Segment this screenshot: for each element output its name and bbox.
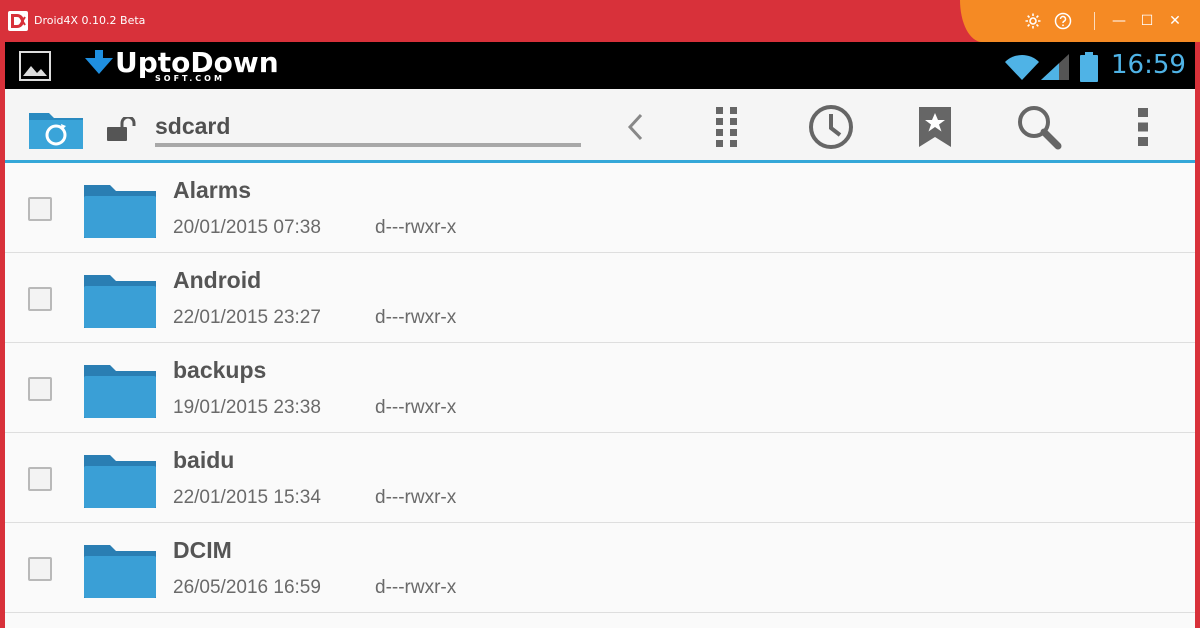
folder-icon [83,541,157,603]
gallery-notification-icon [19,51,51,85]
droid4x-logo-icon [8,11,28,31]
file-permissions: d---rwxr-x [375,307,457,328]
file-row[interactable]: Android 22/01/2015 23:27 d---rwxr-x [5,253,1195,343]
file-name: baidu [173,447,235,473]
file-permissions: d---rwxr-x [375,217,457,238]
folder-icon [83,181,157,243]
titlebar-accent [960,0,1200,42]
row-checkbox[interactable] [28,287,52,311]
bookmark-star-icon[interactable] [911,103,959,151]
window-title: Droid4X 0.10.2 Beta [34,14,146,27]
wifi-icon [1005,54,1039,84]
row-checkbox[interactable] [28,467,52,491]
grid-dots-icon[interactable] [703,103,751,151]
file-name: Alarms [173,177,251,203]
file-date: 26/05/2016 16:59 [173,577,321,598]
folder-icon [83,361,157,423]
file-row[interactable]: baidu 22/01/2015 15:34 d---rwxr-x [5,433,1195,523]
file-date: 19/01/2015 23:38 [173,397,321,418]
uptodown-logo-icon [85,50,113,80]
status-clock: 16:59 [1111,50,1186,80]
row-checkbox[interactable] [28,377,52,401]
overflow-menu-icon[interactable] [1119,103,1167,151]
file-name: backups [173,357,267,383]
path-underline [155,143,581,147]
file-permissions: d---rwxr-x [375,397,457,418]
file-manager-toolbar: sdcard [5,89,1195,163]
file-list: Alarms 20/01/2015 07:38 d---rwxr-x Andro… [5,163,1195,628]
file-permissions: d---rwxr-x [375,487,457,508]
help-question-icon[interactable] [1054,12,1072,30]
lock-open-icon[interactable] [107,115,141,145]
row-checkbox[interactable] [28,557,52,581]
folder-icon [83,271,157,333]
battery-icon [1079,52,1099,86]
brand-subtitle: SOFT.COM [155,74,225,83]
signal-strength-icon [1041,54,1069,84]
file-date: 20/01/2015 07:38 [173,217,321,238]
row-checkbox[interactable] [28,197,52,221]
file-name: Android [173,267,262,293]
search-icon[interactable] [1015,103,1063,151]
titlebar-separator [1094,12,1095,30]
settings-gear-icon[interactable] [1024,12,1042,30]
close-button[interactable]: ✕ [1166,12,1184,30]
back-chevron-icon[interactable] [611,103,659,151]
file-date: 22/01/2015 15:34 [173,487,321,508]
path-field[interactable]: sdcard [155,107,581,153]
file-name: DCIM [173,537,232,563]
file-date: 22/01/2015 23:27 [173,307,321,328]
folder-refresh-icon[interactable] [27,107,85,155]
emulator-titlebar: Droid4X 0.10.2 Beta — ☐ ✕ [0,0,1200,42]
file-row[interactable]: DCIM 26/05/2016 16:59 d---rwxr-x [5,523,1195,613]
file-row[interactable]: backups 19/01/2015 23:38 d---rwxr-x [5,343,1195,433]
android-screen: UptoDown SOFT.COM 16:59 sdcard Alarms 20… [5,42,1195,628]
file-row[interactable]: Alarms 20/01/2015 07:38 d---rwxr-x [5,163,1195,253]
android-status-bar: UptoDown SOFT.COM 16:59 [5,42,1195,89]
folder-icon [83,451,157,513]
current-path: sdcard [155,113,231,139]
maximize-button[interactable]: ☐ [1138,12,1156,30]
minimize-button[interactable]: — [1110,12,1128,30]
history-clock-icon[interactable] [807,103,855,151]
file-permissions: d---rwxr-x [375,577,457,598]
